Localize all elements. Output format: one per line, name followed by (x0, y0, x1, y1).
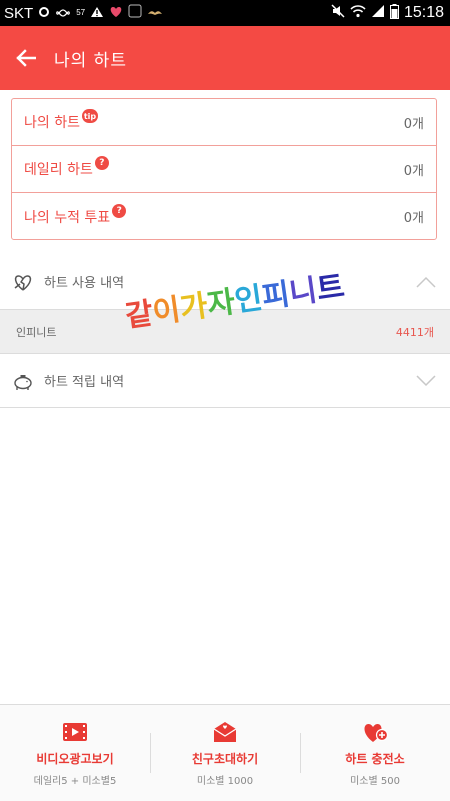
bottom-item-sub: 데일리5 + 미소별5 (33, 775, 117, 787)
page-title: 나의 하트 (54, 50, 127, 71)
indicator-57: 57 (76, 8, 86, 17)
mail-icon (213, 721, 237, 742)
section-title: 하트 적립 내역 (44, 375, 125, 390)
bottom-bar: 비디오광고보기 데일리5 + 미소별5 친구초대하기 미소별 1000 하트 충… (0, 704, 450, 801)
chevron-down-icon (416, 374, 436, 386)
watermark-char: 트 (314, 269, 347, 308)
app-header: 나의 하트 (0, 26, 450, 90)
invite-friend-button[interactable]: 친구초대하기 미소별 1000 (150, 705, 300, 801)
list-item-name: 인피니트 (16, 325, 57, 339)
bottom-item-label: 친구초대하기 (191, 751, 259, 766)
status-bar: SKT 57 15:18 (0, 0, 450, 26)
heart-shop-button[interactable]: 하트 충전소 미소별 500 (300, 705, 450, 801)
help-badge-icon[interactable]: ? (94, 156, 109, 170)
bottom-item-sub: 미소별 1000 (196, 775, 254, 787)
bottom-item-label: 하트 충전소 (345, 751, 405, 766)
heart-icon (109, 5, 123, 22)
piggy-bank-icon (14, 374, 32, 390)
app-notification-icon (128, 4, 142, 22)
chevron-up-icon (416, 276, 436, 288)
help-badge-icon[interactable]: ? (112, 203, 127, 218)
bottom-item-sub: 미소별 500 (350, 775, 400, 787)
broken-heart-icon (14, 274, 32, 291)
battery-icon (389, 3, 399, 23)
stat-row-total-votes: 나의 누적 투표 ? 0개 (12, 193, 436, 240)
stat-label: 데일리 하트 (24, 162, 93, 178)
stat-value: 0개 (403, 211, 424, 226)
clock: 15:18 (403, 4, 444, 21)
heart-earned-section-header[interactable]: 하트 적립 내역 (0, 353, 450, 408)
stat-label: 나의 누적 투표 (24, 209, 111, 226)
mustache-icon (147, 5, 163, 22)
stat-row-my-hearts: 나의 하트 tip 0개 (12, 99, 436, 146)
video-icon (63, 722, 87, 741)
stat-value: 0개 (403, 116, 424, 132)
infinity-icon (55, 5, 71, 22)
heart-plus-icon (364, 723, 389, 742)
list-item-count: 4411개 (395, 325, 434, 339)
ring-icon (38, 5, 50, 22)
heart-stats-box: 나의 하트 tip 0개 데일리 하트 ? 0개 나의 누적 투표 ? 0개 (11, 98, 437, 240)
back-arrow-icon (16, 49, 36, 67)
tip-badge-icon[interactable]: tip (81, 109, 98, 123)
wifi-icon (350, 4, 366, 22)
bottom-item-label: 비디오광고보기 (36, 751, 114, 766)
back-button[interactable] (0, 26, 52, 90)
stat-label: 나의 하트 (24, 115, 80, 131)
video-ad-button[interactable]: 비디오광고보기 데일리5 + 미소별5 (0, 705, 150, 801)
carrier-label: SKT (4, 4, 34, 22)
warning-icon (90, 5, 104, 22)
signal-icon (371, 4, 385, 22)
mute-icon (331, 4, 345, 22)
stat-row-daily-hearts: 데일리 하트 ? 0개 (12, 146, 436, 193)
stat-value: 0개 (403, 163, 424, 179)
section-title: 하트 사용 내역 (44, 276, 125, 291)
